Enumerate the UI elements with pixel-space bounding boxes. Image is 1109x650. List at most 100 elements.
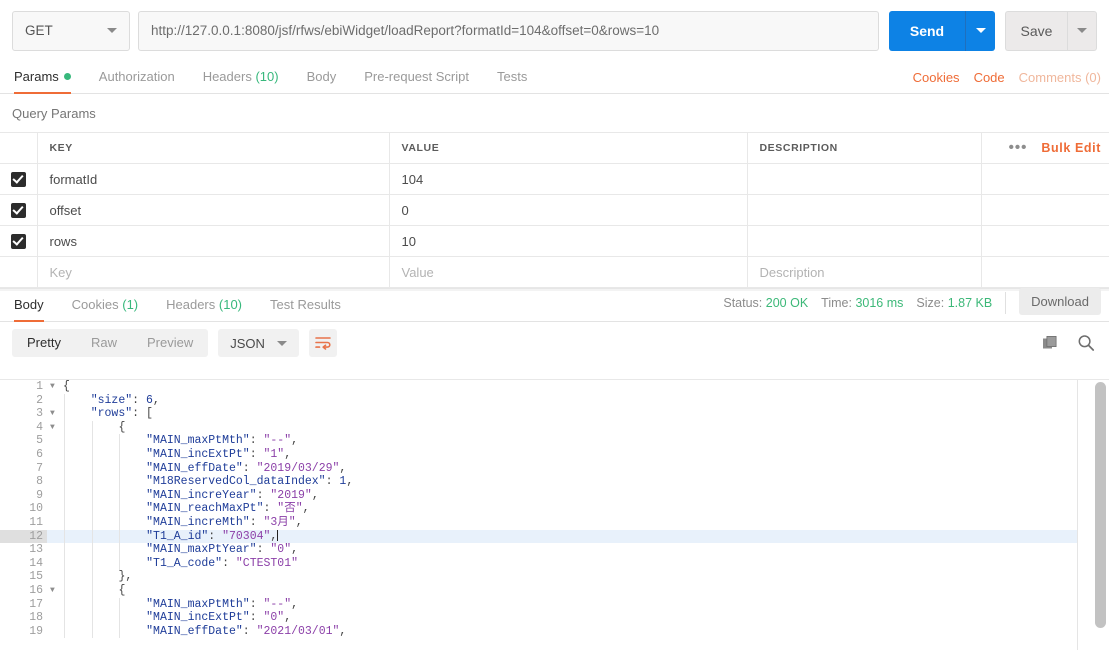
view-mode-raw[interactable]: Raw [76,329,132,357]
indent-guide [64,543,65,557]
more-options-icon[interactable]: ••• [1009,140,1028,155]
token-p: , [284,611,292,625]
tab-response-headers-count: (10) [218,297,243,312]
request-url-bar: GET http://127.0.0.1:8080/jsf/rfws/ebiWi… [0,0,1109,61]
tab-test-results-label: Test Results [270,297,341,312]
new-param-description-input[interactable]: Description [747,256,982,288]
token-s: "--" [263,597,292,611]
code-line[interactable]: 14 "T1_A_code": "CTEST01" [0,556,1077,571]
code-line[interactable]: 6 "MAIN_incExtPt": "1", [0,447,1077,462]
code-line[interactable]: 19 "MAIN_effDate": "2021/03/01", [0,624,1077,639]
param-description-input[interactable] [747,163,982,195]
fold-triangle-icon[interactable]: ▼ [50,421,60,435]
tab-pre-request-script-label: Pre-request Script [364,69,469,84]
fold-triangle-icon[interactable]: ▼ [50,380,60,394]
code-line[interactable]: 1 ▼{ [0,380,1077,394]
tab-params[interactable]: Params [14,69,85,94]
code-line[interactable]: 5 "MAIN_maxPtMth": "--", [0,434,1077,448]
view-mode-pretty[interactable]: Pretty [12,329,76,357]
code-line[interactable]: 7 "MAIN_effDate": "2019/03/29", [0,461,1077,476]
indent-guide [119,461,121,476]
tab-tests[interactable]: Tests [483,69,541,93]
param-key-input[interactable]: offset [37,194,390,226]
line-number: 8 [36,475,43,489]
token-s: "否" [277,502,303,516]
response-body-viewer[interactable]: 1 ▼{2 "size": 6, 3 ▼ "rows": [4 ▼{5 "MAIN_maxPt… [0,379,1109,650]
param-value-input[interactable]: 10 [389,225,748,257]
search-button[interactable] [1077,334,1095,352]
code-vertical-scrollbar[interactable] [1095,382,1106,650]
response-tabs: Body Cookies (1) Headers (10) Test Resul… [0,288,1109,322]
send-options-button[interactable] [965,10,995,51]
word-wrap-toggle[interactable] [308,329,337,357]
tab-authorization[interactable]: Authorization [85,69,189,93]
checkbox-checked-icon[interactable] [10,171,26,187]
line-number: 6 [36,447,43,461]
fold-triangle-icon[interactable]: ▼ [50,407,60,421]
code-line[interactable]: 4 ▼ { [0,420,1077,435]
code-line[interactable]: 17 "MAIN_maxPtMth": "--", [0,597,1077,612]
code-line[interactable]: 3 ▼ "rows": [ [0,407,1077,421]
tab-test-results[interactable]: Test Results [256,297,355,321]
param-key-input[interactable]: rows [37,225,390,257]
response-meta: Status: 200 OK Time: 3016 ms Size: 1.87 … [723,288,1101,317]
row-checkbox-cell[interactable] [0,163,38,195]
fold-triangle-icon[interactable]: ▼ [50,584,60,598]
param-value-input[interactable]: 104 [389,163,748,195]
save-button[interactable]: Save [1005,10,1067,51]
new-param-key-input[interactable]: Key [37,256,390,288]
indent-guide [64,611,65,625]
url-input[interactable]: http://127.0.0.1:8080/jsf/rfws/ebiWidget… [138,10,879,51]
response-format-select[interactable]: JSON [218,329,299,357]
download-button[interactable]: Download [1019,288,1101,315]
code-line[interactable]: 2 "size": 6, [0,393,1077,408]
code-line[interactable]: 15}, [0,570,1077,584]
code-line[interactable]: 9 "MAIN_increYear": "2019", [0,488,1077,503]
copy-button[interactable] [1042,335,1059,352]
code-line[interactable]: 13 "MAIN_maxPtYear": "0", [0,543,1077,557]
code-line[interactable]: 18 "MAIN_incExtPt": "0", [0,611,1077,625]
token-p: : [ [132,407,153,421]
tab-response-cookies-count: (1) [122,297,139,312]
param-description-input[interactable] [747,194,982,226]
token-s: "2019/03/29" [256,461,340,475]
code-line[interactable]: 11 "MAIN_increMth": "3月", [0,515,1077,530]
token-p: , [346,475,354,489]
line-number: 18 [29,611,43,625]
http-method-select[interactable]: GET [12,10,130,51]
param-description-input[interactable] [747,225,982,257]
cookies-link[interactable]: Cookies [913,70,960,85]
response-viewer-toolbar: Pretty Raw Preview JSON [0,322,1109,364]
token-p: : [263,502,278,516]
tab-pre-request-script[interactable]: Pre-request Script [350,69,483,93]
tab-response-headers[interactable]: Headers (10) [152,297,256,321]
code-line[interactable]: 10 "MAIN_reachMaxPt": "否", [0,502,1077,516]
param-value-input[interactable]: 0 [389,194,748,226]
bulk-edit-link[interactable]: Bulk Edit [1041,141,1101,155]
code-line[interactable]: 8 "M18ReservedCol_dataIndex": 1, [0,475,1077,489]
code-line[interactable]: 12 "T1_A_id": "70304", [0,529,1077,544]
save-options-button[interactable] [1067,10,1097,51]
code-link[interactable]: Code [974,70,1005,85]
view-mode-preview[interactable]: Preview [132,329,208,357]
checkbox-checked-icon[interactable] [10,233,26,249]
indent-guide [91,475,93,489]
new-param-value-input[interactable]: Value [389,256,748,288]
indent-guide [119,597,121,612]
tab-headers[interactable]: Headers (10) [189,69,293,93]
checkbox-checked-icon[interactable] [10,202,26,218]
row-checkbox-cell[interactable] [0,194,38,226]
tab-response-body[interactable]: Body [14,297,58,322]
row-checkbox-cell[interactable] [0,225,38,257]
tab-response-cookies[interactable]: Cookies (1) [58,297,152,321]
row-checkbox-cell-empty[interactable] [0,256,38,288]
send-button[interactable]: Send [889,10,965,51]
param-key-input[interactable]: formatId [37,163,390,195]
comments-link[interactable]: Comments (0) [1019,70,1101,85]
code-line[interactable]: 16 ▼ { [0,583,1077,598]
scrollbar-thumb[interactable] [1095,382,1106,628]
chevron-down-icon [975,28,986,33]
json-code-editor[interactable]: 1 ▼{2 "size": 6, 3 ▼ "rows": [4 ▼{5 "MAIN_maxPt… [0,380,1078,650]
code-text: "T1_A_code": "CTEST01" [146,557,298,571]
tab-body[interactable]: Body [293,69,351,93]
